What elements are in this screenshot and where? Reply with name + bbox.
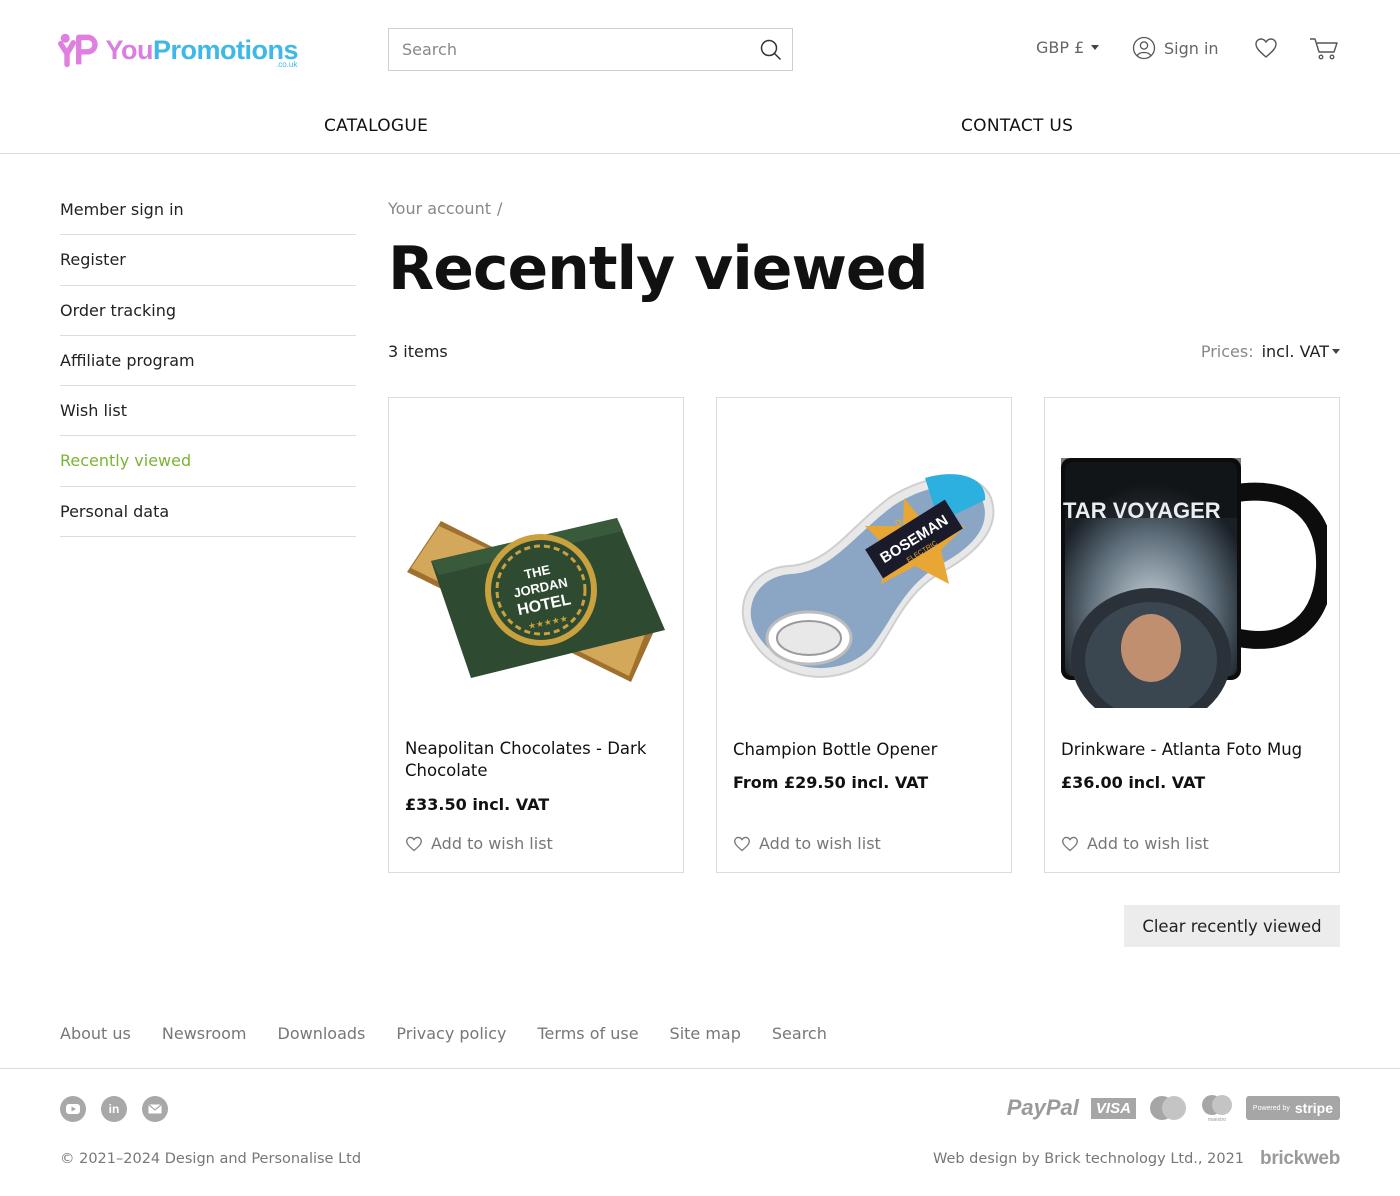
footer-link-terms-of-use[interactable]: Terms of use: [538, 1024, 639, 1043]
product-card[interactable]: TAR VOYAGER Drinkware - Atlanta Foto Mug…: [1044, 397, 1340, 873]
search-input[interactable]: [389, 29, 750, 70]
account-sidebar: Member sign in Register Order tracking A…: [60, 185, 356, 538]
footer-link-privacy-policy[interactable]: Privacy policy: [396, 1024, 506, 1043]
nav-contact-us[interactable]: CONTACT US: [961, 116, 1073, 136]
product-image[interactable]: D.C BOSEMAN ELECTRIC: [729, 438, 999, 708]
breadcrumb: Your account /: [388, 199, 502, 218]
social-links: in: [60, 1096, 168, 1122]
add-to-wish-list-label: Add to wish list: [759, 834, 881, 853]
footer-link-downloads[interactable]: Downloads: [278, 1024, 366, 1043]
footer-link-about-us[interactable]: About us: [60, 1024, 131, 1043]
footer-links: About us Newsroom Downloads Privacy poli…: [60, 1024, 827, 1043]
site-logo[interactable]: YouPromotions .co.uk: [58, 26, 299, 74]
heart-icon: [1062, 836, 1078, 851]
product-name[interactable]: Champion Bottle Opener: [733, 739, 995, 761]
product-name[interactable]: Drinkware - Atlanta Foto Mug: [1061, 739, 1323, 761]
email-icon[interactable]: [142, 1096, 168, 1122]
chevron-down-icon: [1091, 45, 1100, 50]
footer-divider: [0, 1068, 1400, 1069]
sign-in-link[interactable]: Sign in: [1132, 36, 1219, 60]
logo-text: YouPromotions: [105, 34, 298, 65]
product-image[interactable]: THE JORDAN HOTEL ★★★★★: [401, 438, 671, 708]
page-title: Recently viewed: [388, 234, 929, 304]
product-name[interactable]: Neapolitan Chocolates - Dark Chocolate: [405, 738, 667, 782]
breadcrumb-your-account[interactable]: Your account: [388, 199, 491, 218]
item-count: 3 items: [388, 342, 448, 361]
product-card[interactable]: D.C BOSEMAN ELECTRIC Champion Bottle Ope…: [716, 397, 1012, 873]
sidebar-item-affiliate-program[interactable]: Affiliate program: [60, 336, 356, 387]
footer-link-newsroom[interactable]: Newsroom: [162, 1024, 247, 1043]
breadcrumb-separator: /: [496, 199, 503, 218]
heart-icon: [734, 836, 750, 851]
clear-recently-viewed-button[interactable]: Clear recently viewed: [1124, 905, 1340, 947]
sidebar-item-register[interactable]: Register: [60, 235, 356, 286]
product-price: £36.00 incl. VAT: [1061, 773, 1206, 792]
logo-domain-suffix: .co.uk: [276, 60, 298, 69]
cart-button[interactable]: [1309, 37, 1339, 65]
mug-text-voyager: TAR VOYAGER: [1063, 498, 1221, 523]
logo-mark-icon: [58, 33, 98, 68]
maestro-icon: maestro: [1201, 1095, 1232, 1122]
footer-link-search[interactable]: Search: [772, 1024, 827, 1043]
chevron-down-icon: [1332, 349, 1340, 354]
visa-logo: VISA: [1090, 1097, 1136, 1119]
product-price: From £29.50 incl. VAT: [733, 773, 929, 792]
add-to-wish-list-button[interactable]: Add to wish list: [405, 834, 553, 853]
brickweb-logo[interactable]: brickweb: [1260, 1148, 1340, 1170]
heart-icon: [1255, 38, 1277, 58]
stripe-badge: Powered by stripe: [1245, 1096, 1340, 1120]
search-button[interactable]: [750, 29, 792, 71]
sidebar-item-order-tracking[interactable]: Order tracking: [60, 286, 356, 336]
youtube-icon[interactable]: [60, 1096, 86, 1122]
add-to-wish-list-label: Add to wish list: [1087, 834, 1209, 853]
paypal-logo: PayPal: [1006, 1095, 1079, 1120]
main-nav: CATALOGUE CONTACT US: [0, 100, 1400, 154]
svg-text:maestro: maestro: [1208, 1117, 1226, 1122]
footer-link-site-map[interactable]: Site map: [670, 1024, 741, 1043]
sign-in-label: Sign in: [1164, 38, 1219, 58]
currency-selector[interactable]: GBP £: [1036, 38, 1100, 57]
cart-icon: [1310, 38, 1338, 60]
prices-dropdown[interactable]: incl. VAT: [1262, 342, 1340, 361]
search-bar: [388, 28, 793, 71]
prices-value: incl. VAT: [1261, 342, 1329, 361]
nav-catalogue[interactable]: CATALOGUE: [324, 116, 428, 136]
product-image[interactable]: TAR VOYAGER: [1057, 438, 1335, 728]
price-vat-selector: Prices: incl. VAT: [1201, 342, 1340, 361]
add-to-wish-list-button[interactable]: Add to wish list: [1061, 834, 1209, 853]
sidebar-item-member-sign-in[interactable]: Member sign in: [60, 185, 356, 236]
site-header: YouPromotions .co.uk GBP £ Sign in: [0, 0, 1400, 100]
search-icon: [760, 39, 782, 60]
product-price: £33.50 incl. VAT: [405, 795, 550, 814]
wishlist-button[interactable]: [1254, 37, 1278, 63]
user-icon: [1132, 36, 1156, 60]
web-design-credit-link[interactable]: Web design by Brick technology Ltd., 202…: [933, 1151, 1244, 1167]
web-design-credit: Web design by Brick technology Ltd., 202…: [933, 1148, 1340, 1170]
mastercard-icon: [1149, 1096, 1186, 1120]
linkedin-icon[interactable]: in: [101, 1096, 127, 1122]
heart-icon: [406, 836, 422, 851]
currency-label: GBP £: [1036, 38, 1085, 57]
payment-methods: PayPal VISA maestro Powered by stripe: [1007, 1094, 1340, 1122]
copyright-text: © 2021–2024 Design and Personalise Ltd: [60, 1151, 362, 1167]
add-to-wish-list-button[interactable]: Add to wish list: [733, 834, 881, 853]
sidebar-item-wish-list[interactable]: Wish list: [60, 386, 356, 437]
sidebar-item-personal-data[interactable]: Personal data: [60, 487, 356, 538]
product-card[interactable]: THE JORDAN HOTEL ★★★★★ Neapolitan Chocol…: [388, 397, 684, 873]
sidebar-item-recently-viewed[interactable]: Recently viewed: [60, 436, 356, 487]
add-to-wish-list-label: Add to wish list: [431, 834, 553, 853]
prices-label: Prices:: [1200, 342, 1254, 361]
